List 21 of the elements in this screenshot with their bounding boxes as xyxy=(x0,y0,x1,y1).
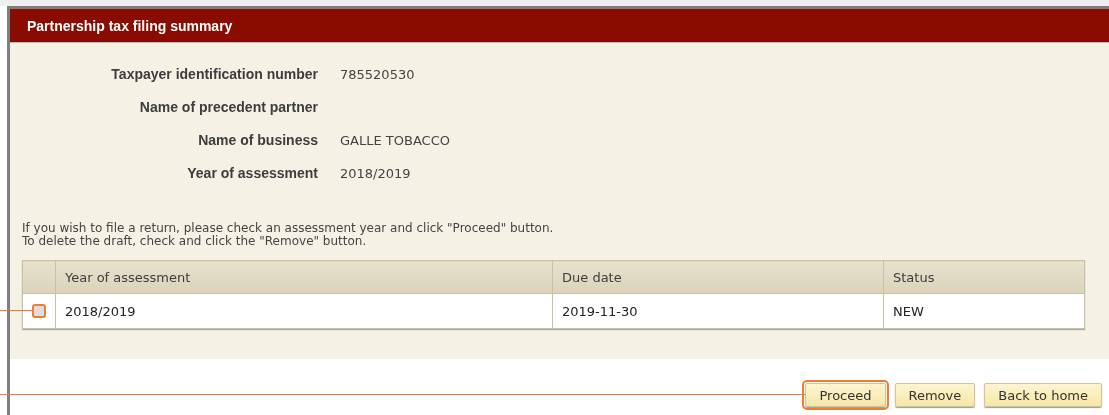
instruction-text: To delete the draft, check and click the "Remove" button. xyxy=(22,235,367,248)
field-label: Taxpayer identification number xyxy=(110,65,318,84)
field-value: 785520530 xyxy=(340,66,416,84)
action-button[interactable]: Proceed xyxy=(805,383,886,407)
table-cell: 2018/2019 xyxy=(55,293,553,329)
field-label: Name of business xyxy=(197,131,318,150)
column-header: Year of assessment xyxy=(55,260,553,294)
instruction-text: If you wish to file a return, please check an assessment year and click "Proceed" button. xyxy=(22,222,555,235)
field-value: GALLE TOBACCO xyxy=(340,132,451,150)
column-header: Due date xyxy=(552,260,884,294)
field-value: 2018/2019 xyxy=(340,165,412,183)
table-cell: NEW xyxy=(883,293,1085,329)
checkbox[interactable] xyxy=(32,304,46,318)
table-cell: 2019-11-30 xyxy=(552,293,884,329)
action-button[interactable]: Remove xyxy=(894,383,976,407)
panel-title: Partnership tax filing summary xyxy=(27,17,233,34)
leader-line xyxy=(0,310,32,311)
column-header: Status xyxy=(883,260,1085,294)
action-button[interactable]: Back to home xyxy=(984,383,1102,407)
field-label: Name of precedent partner xyxy=(138,98,318,117)
field-label: Year of assessment xyxy=(186,164,318,183)
